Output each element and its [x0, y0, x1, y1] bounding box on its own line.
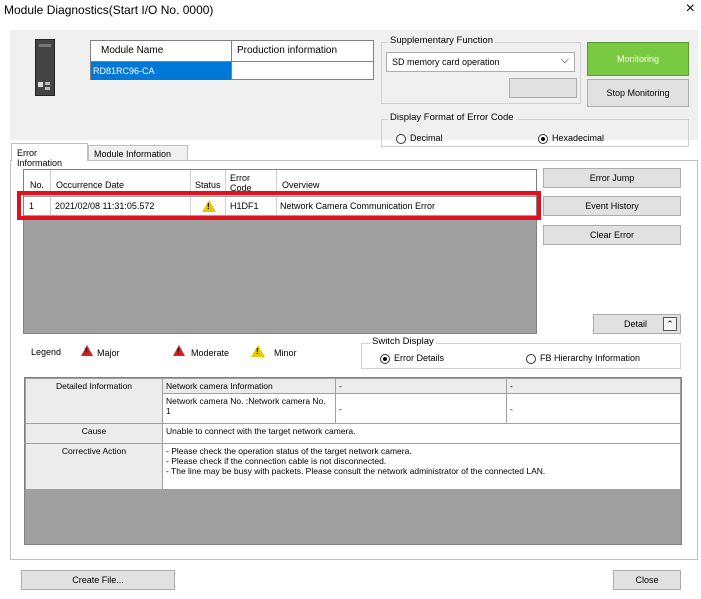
cause-label: Cause [25, 423, 163, 444]
chevron-down-icon: ⌵ [560, 54, 569, 66]
close-button[interactable]: Close [613, 570, 681, 590]
radio-on-icon [538, 133, 548, 144]
camera-number: Network camera No. :Network camera No. 1 [162, 393, 336, 424]
radio-on-icon [380, 353, 390, 364]
tab-module-information-list[interactable]: Module Information List [88, 145, 188, 169]
error-jump-button[interactable]: Error Jump [543, 168, 681, 188]
execute-button[interactable] [509, 78, 577, 98]
module-name-cell[interactable]: RD81RC96-CA [91, 62, 231, 80]
decimal-radio[interactable]: Decimal [396, 133, 443, 144]
clear-error-button[interactable]: Clear Error [543, 225, 681, 245]
corrective-action-label: Corrective Action [25, 443, 163, 490]
detail-button[interactable]: Detail ⌃ [593, 314, 681, 334]
camera-info-header: Network camera Information [162, 378, 336, 394]
detail-table: Detailed Information Network camera Info… [24, 377, 682, 545]
radio-off-icon [396, 133, 406, 144]
window-title: Module Diagnostics(Start I/O No. 0000) [4, 3, 214, 17]
close-icon[interactable]: × [686, 0, 695, 18]
major-icon [81, 345, 93, 358]
production-info-header: Production information [237, 45, 338, 56]
module-image [35, 39, 55, 96]
monitoring-button[interactable]: Monitoring [587, 42, 689, 76]
minor-icon [251, 345, 265, 359]
corrective-action-text: - Please check the operation status of t… [162, 443, 681, 490]
legend: Legend Major Moderate Minor [31, 345, 351, 361]
module-table: Module Name Production information RD81R… [90, 40, 374, 80]
detailed-information-label: Detailed Information [25, 378, 163, 424]
tab-error-information[interactable]: Error Information [11, 143, 88, 168]
display-format-title: Display Format of Error Code [388, 112, 516, 123]
highlight-frame [17, 191, 541, 220]
supplementary-function-select[interactable]: SD memory card operation ⌵ [386, 52, 575, 72]
create-file-button[interactable]: Create File... [21, 570, 175, 590]
cause-text: Unable to connect with the target networ… [162, 423, 681, 444]
event-history-button[interactable]: Event History [543, 196, 681, 216]
error-details-radio[interactable]: Error Details [380, 353, 444, 364]
switch-display-title: Switch Display [370, 336, 436, 347]
moderate-icon [173, 345, 185, 358]
title-bar: Module Diagnostics(Start I/O No. 0000) × [0, 0, 701, 20]
fb-hierarchy-radio[interactable]: FB Hierarchy Information [526, 353, 640, 364]
hexadecimal-radio[interactable]: Hexadecimal [538, 133, 604, 144]
stop-monitoring-button[interactable]: Stop Monitoring [587, 79, 689, 107]
module-name-header: Module Name [101, 45, 164, 56]
radio-off-icon [526, 353, 536, 364]
supplementary-function-title: Supplementary Function [388, 35, 495, 46]
collapse-up-icon: ⌃ [663, 317, 677, 331]
